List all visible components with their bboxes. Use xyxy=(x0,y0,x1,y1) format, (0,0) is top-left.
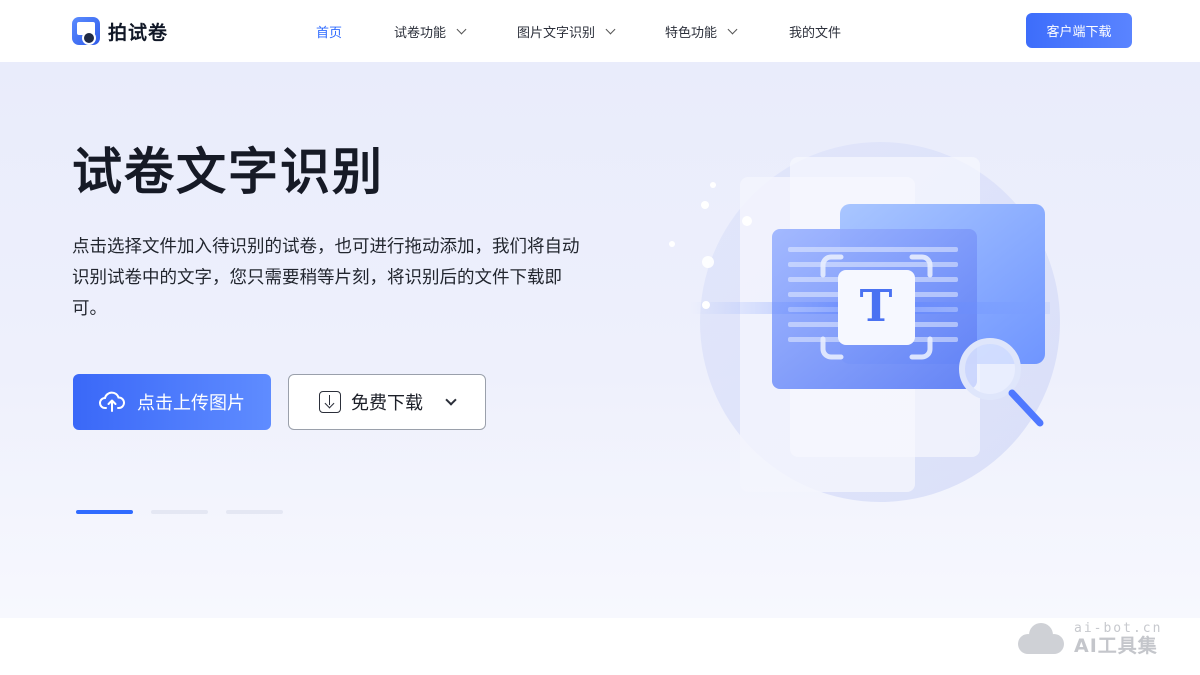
nav-item-my-files[interactable]: 我的文件 xyxy=(789,22,841,41)
nav-item-label: 试卷功能 xyxy=(394,26,447,41)
cloud-logo-icon xyxy=(1018,623,1064,654)
nav-item-special-features[interactable]: 特色功能 xyxy=(665,22,738,41)
client-download-button[interactable]: 客户端下载 xyxy=(1026,13,1132,48)
chevron-down-icon xyxy=(727,24,738,35)
page-title: 试卷文字识别 xyxy=(72,143,384,201)
upload-button-label: 点击上传图片 xyxy=(137,393,245,413)
watermark: ai-bot.cn AI工具集 xyxy=(1014,622,1162,656)
free-download-button[interactable]: 免费下载 xyxy=(288,374,486,430)
carousel-dot[interactable] xyxy=(226,510,283,514)
watermark-name: AI工具集 xyxy=(1074,635,1158,657)
nav-item-exam-features[interactable]: 试卷功能 xyxy=(394,22,467,41)
chevron-down-icon xyxy=(456,24,467,35)
ocr-illustration: T xyxy=(669,142,1060,502)
nav-item-label: 我的文件 xyxy=(789,26,842,41)
nav-item-label: 特色功能 xyxy=(665,26,718,41)
upload-image-button[interactable]: 点击上传图片 xyxy=(73,374,271,430)
nav-item-label: 首页 xyxy=(316,26,343,41)
watermark-url: ai-bot.cn xyxy=(1074,621,1163,636)
top-header: 拍试卷 首页 试卷功能 图片文字识别 特色功能 我的文件 客户端下载 xyxy=(0,0,1200,62)
download-button-label: 免费下载 xyxy=(351,393,423,413)
chevron-down-icon xyxy=(605,24,616,35)
hero-section: 试卷文字识别 点击选择文件加入待识别的试卷，也可进行拖动添加，我们将自动识别试卷… xyxy=(0,62,1200,618)
nav-item-home[interactable]: 首页 xyxy=(316,22,342,41)
carousel-dot[interactable] xyxy=(76,510,133,514)
nav-item-image-ocr[interactable]: 图片文字识别 xyxy=(517,22,616,41)
carousel-indicators xyxy=(76,510,283,514)
carousel-dot[interactable] xyxy=(151,510,208,514)
chevron-down-icon[interactable] xyxy=(445,393,457,406)
main-nav: 首页 试卷功能 图片文字识别 特色功能 我的文件 xyxy=(0,0,1200,62)
cloud-upload-icon xyxy=(99,391,125,412)
nav-item-label: 图片文字识别 xyxy=(517,26,596,41)
illustration-letter: T xyxy=(860,281,893,332)
hero-description: 点击选择文件加入待识别的试卷，也可进行拖动添加，我们将自动识别试卷中的文字，您只… xyxy=(72,237,580,319)
download-icon xyxy=(319,391,341,413)
